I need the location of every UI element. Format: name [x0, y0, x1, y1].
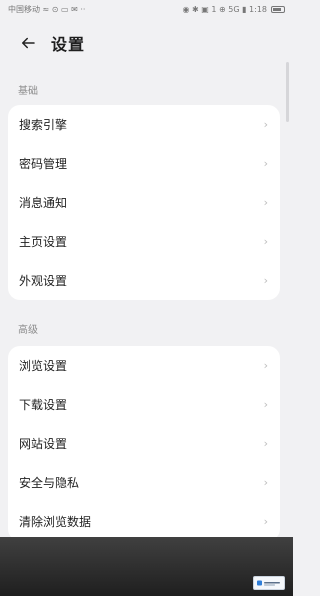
chevron-right-icon: ›	[263, 235, 268, 248]
settings-item-security-privacy[interactable]: 安全与隐私 ›	[8, 463, 280, 502]
status-right-text: ◉ ✱ ▣ 1 ⊕ 5G ▮ 1:18	[182, 4, 268, 14]
watermark-icon	[257, 580, 280, 586]
status-right: ◉ ✱ ▣ 1 ⊕ 5G ▮ 1:18	[182, 4, 285, 14]
chevron-right-icon: ›	[263, 274, 268, 287]
settings-item-label: 主页设置	[19, 235, 68, 249]
chevron-right-icon: ›	[263, 196, 268, 209]
settings-item-notifications[interactable]: 消息通知 ›	[8, 183, 280, 222]
back-button[interactable]	[17, 32, 39, 54]
settings-item-label: 浏览设置	[19, 359, 68, 373]
settings-item-password-manager[interactable]: 密码管理 ›	[8, 144, 280, 183]
advanced-settings-card: 浏览设置 › 下载设置 › 网站设置 › 安全与隐私 › 清除浏览数据 ›	[8, 346, 280, 541]
settings-item-clear-data[interactable]: 清除浏览数据 ›	[8, 502, 280, 541]
bottom-overlay	[0, 537, 293, 596]
chevron-right-icon: ›	[263, 359, 268, 372]
watermark-logo	[253, 576, 285, 590]
chevron-right-icon: ›	[263, 398, 268, 411]
section-title-basic: 基础	[18, 86, 38, 97]
settings-item-homepage[interactable]: 主页设置 ›	[8, 222, 280, 261]
settings-item-label: 外观设置	[19, 274, 68, 288]
page-title: 设置	[51, 35, 86, 54]
status-left: 中国移动 ≈ ⊙ ▭ ✉ ··	[8, 4, 85, 15]
chevron-right-icon: ›	[263, 118, 268, 131]
settings-item-site-settings[interactable]: 网站设置 ›	[8, 424, 280, 463]
basic-settings-card: 搜索引擎 › 密码管理 › 消息通知 › 主页设置 › 外观设置 ›	[8, 105, 280, 300]
settings-item-downloads[interactable]: 下载设置 ›	[8, 385, 280, 424]
settings-item-label: 安全与隐私	[19, 476, 80, 490]
settings-item-label: 密码管理	[19, 157, 68, 171]
battery-icon	[271, 5, 285, 13]
settings-item-browsing[interactable]: 浏览设置 ›	[8, 346, 280, 385]
settings-item-label: 下载设置	[19, 398, 68, 412]
settings-item-label: 清除浏览数据	[19, 515, 92, 529]
chevron-right-icon: ›	[263, 157, 268, 170]
arrow-left-icon	[22, 37, 35, 49]
settings-item-label: 搜索引擎	[19, 118, 68, 132]
status-bar: 中国移动 ≈ ⊙ ▭ ✉ ·· ◉ ✱ ▣ 1 ⊕ 5G ▮ 1:18	[0, 0, 293, 18]
settings-item-search-engine[interactable]: 搜索引擎 ›	[8, 105, 280, 144]
header: 设置	[0, 26, 293, 60]
chevron-right-icon: ›	[263, 437, 268, 450]
settings-item-label: 网站设置	[19, 437, 68, 451]
chevron-right-icon: ›	[263, 476, 268, 489]
scroll-indicator	[286, 62, 289, 122]
settings-item-appearance[interactable]: 外观设置 ›	[8, 261, 280, 300]
status-left-text: 中国移动 ≈ ⊙ ▭ ✉ ··	[8, 4, 86, 14]
section-title-advanced: 高级	[18, 325, 38, 336]
chevron-right-icon: ›	[263, 515, 268, 528]
settings-item-label: 消息通知	[19, 196, 68, 210]
